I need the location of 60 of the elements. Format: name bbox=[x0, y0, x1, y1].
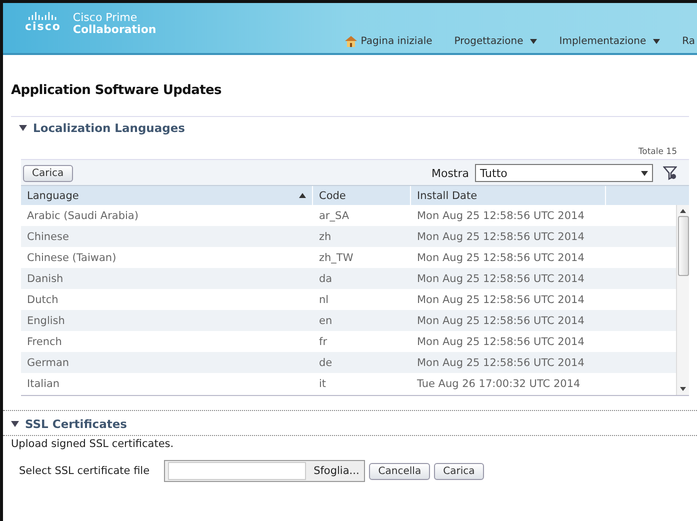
table-cell-text: Mon Aug 25 12:58:56 UTC 2014 bbox=[416, 294, 586, 306]
action-button[interactable]: Cancella bbox=[369, 462, 430, 480]
nav-link[interactable]: Ra bbox=[682, 36, 695, 47]
table-cell-text: en bbox=[318, 314, 334, 326]
table-cell-text: zh bbox=[318, 230, 332, 242]
column-header[interactable]: Install Date bbox=[411, 186, 606, 205]
table-cell-text: Mon Aug 25 12:58:56 UTC 2014 bbox=[416, 336, 586, 348]
nav-link[interactable]: Progettazione bbox=[454, 36, 538, 47]
table-cell-text: nl bbox=[318, 294, 330, 306]
table-cell-text: French bbox=[26, 336, 63, 348]
page-title: Application Software Updates bbox=[10, 82, 222, 98]
table-cell-text: Italian bbox=[26, 378, 61, 390]
table-cell-text: Chinese bbox=[26, 230, 70, 242]
table-cell-text: Tue Aug 26 17:00:32 UTC 2014 bbox=[416, 378, 582, 390]
table-cell-text: Dutch bbox=[26, 294, 60, 306]
show-dropdown[interactable]: Tutto bbox=[475, 164, 653, 182]
product-name: Cisco Prime bbox=[72, 12, 138, 24]
table-cell-text: de bbox=[318, 356, 334, 368]
caret-icon bbox=[530, 39, 538, 44]
action-button[interactable]: Carica bbox=[434, 462, 484, 480]
filter-label: Mostra bbox=[431, 166, 469, 180]
sort-arrow-icon bbox=[299, 193, 306, 198]
table-cell-text: fr bbox=[318, 336, 328, 348]
caret-icon bbox=[653, 39, 660, 44]
nav-link[interactable]: Pagina iniziale bbox=[344, 35, 432, 47]
section-header[interactable]: Localization Languages bbox=[11, 117, 689, 135]
browse-button[interactable]: Sfoglia... bbox=[308, 465, 364, 477]
description-text: Upload signed SSL certificates. bbox=[10, 437, 175, 450]
table-cell-text: Mon Aug 25 12:58:56 UTC 2014 bbox=[416, 252, 586, 264]
table-cell-text: German bbox=[26, 356, 70, 368]
filter-icon[interactable] bbox=[663, 166, 677, 180]
table-cell-text: English bbox=[26, 314, 66, 326]
table-cell-text: Mon Aug 25 12:58:56 UTC 2014 bbox=[416, 272, 586, 284]
scroll-up-arrow-icon[interactable] bbox=[680, 209, 686, 213]
table-cell-text: Arabic (Saudi Arabia) bbox=[26, 210, 140, 222]
table-cell-text: Mon Aug 25 12:58:56 UTC 2014 bbox=[416, 314, 586, 326]
house-icon bbox=[344, 35, 358, 47]
caret-icon bbox=[641, 170, 648, 176]
scroll-down-arrow-icon[interactable] bbox=[680, 387, 686, 391]
scrollbar[interactable] bbox=[676, 205, 689, 395]
table-cell-text: Mon Aug 25 12:58:56 UTC 2014 bbox=[416, 356, 586, 368]
cisco-bars-icon bbox=[28, 12, 58, 20]
upload-button[interactable]: Carica bbox=[23, 164, 73, 182]
column-header[interactable]: Language bbox=[21, 186, 313, 205]
field-label: Select SSL certificate file bbox=[19, 465, 150, 477]
product-name: Collaboration bbox=[72, 24, 156, 36]
section-header[interactable]: SSL Certificates bbox=[3, 411, 697, 436]
table-cell-text: ar_SA bbox=[318, 210, 350, 222]
total-count: Totale 15 bbox=[638, 147, 677, 157]
table-cell-text: Danish bbox=[26, 272, 64, 284]
table-cell-text: it bbox=[318, 378, 328, 390]
logo-text: cisco bbox=[25, 20, 61, 33]
file-path-field[interactable] bbox=[168, 462, 306, 480]
table-cell-text: Mon Aug 25 12:58:56 UTC 2014 bbox=[416, 210, 586, 222]
table-cell-text: da bbox=[318, 272, 334, 284]
column-header[interactable]: Code bbox=[313, 186, 411, 205]
table-cell-text: zh_TW bbox=[318, 252, 354, 264]
table-cell-text: Mon Aug 25 12:58:56 UTC 2014 bbox=[416, 230, 586, 242]
nav-link[interactable]: Implementazione bbox=[559, 36, 660, 47]
table-cell-text: Chinese (Taiwan) bbox=[26, 252, 118, 264]
